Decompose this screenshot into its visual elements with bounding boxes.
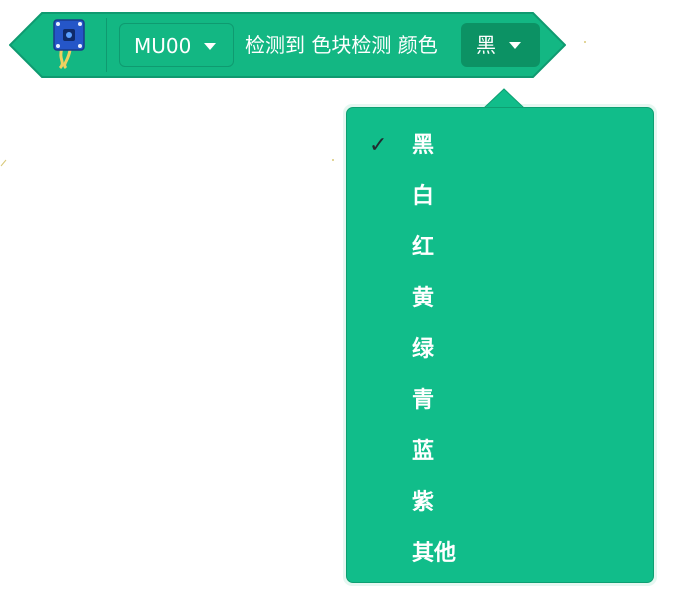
menu-item-black[interactable]: ✓ 黑	[347, 120, 653, 171]
color-dropdown-menu: ✓ 黑 白 红 黄 绿 青 蓝 紫 其他	[346, 107, 654, 583]
menu-item-label: 白	[412, 184, 435, 209]
checkmark-icon: ✓	[369, 133, 388, 158]
menu-item-green[interactable]: 绿	[347, 324, 653, 375]
menu-item-yellow[interactable]: 黄	[347, 273, 653, 324]
detect-color-block[interactable]: MU00 检测到 色块检测 颜色 黑	[9, 12, 566, 78]
menu-item-cyan[interactable]: 青	[347, 375, 653, 426]
sensor-module-icon	[42, 18, 94, 70]
sensor-dropdown[interactable]: MU00	[119, 23, 234, 67]
menu-item-label: 绿	[412, 337, 435, 362]
menu-item-label: 黑	[412, 133, 435, 158]
menu-item-red[interactable]: 红	[347, 222, 653, 273]
menu-pointer	[484, 88, 524, 108]
color-dropdown[interactable]: 黑	[461, 23, 540, 67]
menu-item-label: 紫	[412, 490, 435, 515]
sensor-dropdown-value: MU00	[134, 34, 192, 58]
block-separator	[106, 18, 107, 72]
menu-item-label: 红	[412, 235, 435, 260]
menu-item-white[interactable]: 白	[347, 171, 653, 222]
color-dropdown-value: 黑	[476, 33, 496, 57]
menu-item-other[interactable]: 其他	[347, 528, 653, 579]
menu-item-blue[interactable]: 蓝	[347, 426, 653, 477]
menu-item-label: 青	[412, 388, 435, 413]
menu-item-label: 黄	[412, 286, 435, 311]
block-label: 检测到 色块检测 颜色	[245, 33, 438, 57]
menu-item-label: 其他	[412, 541, 457, 566]
menu-item-purple[interactable]: 紫	[347, 477, 653, 528]
menu-item-label: 蓝	[412, 439, 435, 464]
caret-down-icon	[509, 42, 521, 49]
caret-down-icon	[204, 43, 216, 50]
